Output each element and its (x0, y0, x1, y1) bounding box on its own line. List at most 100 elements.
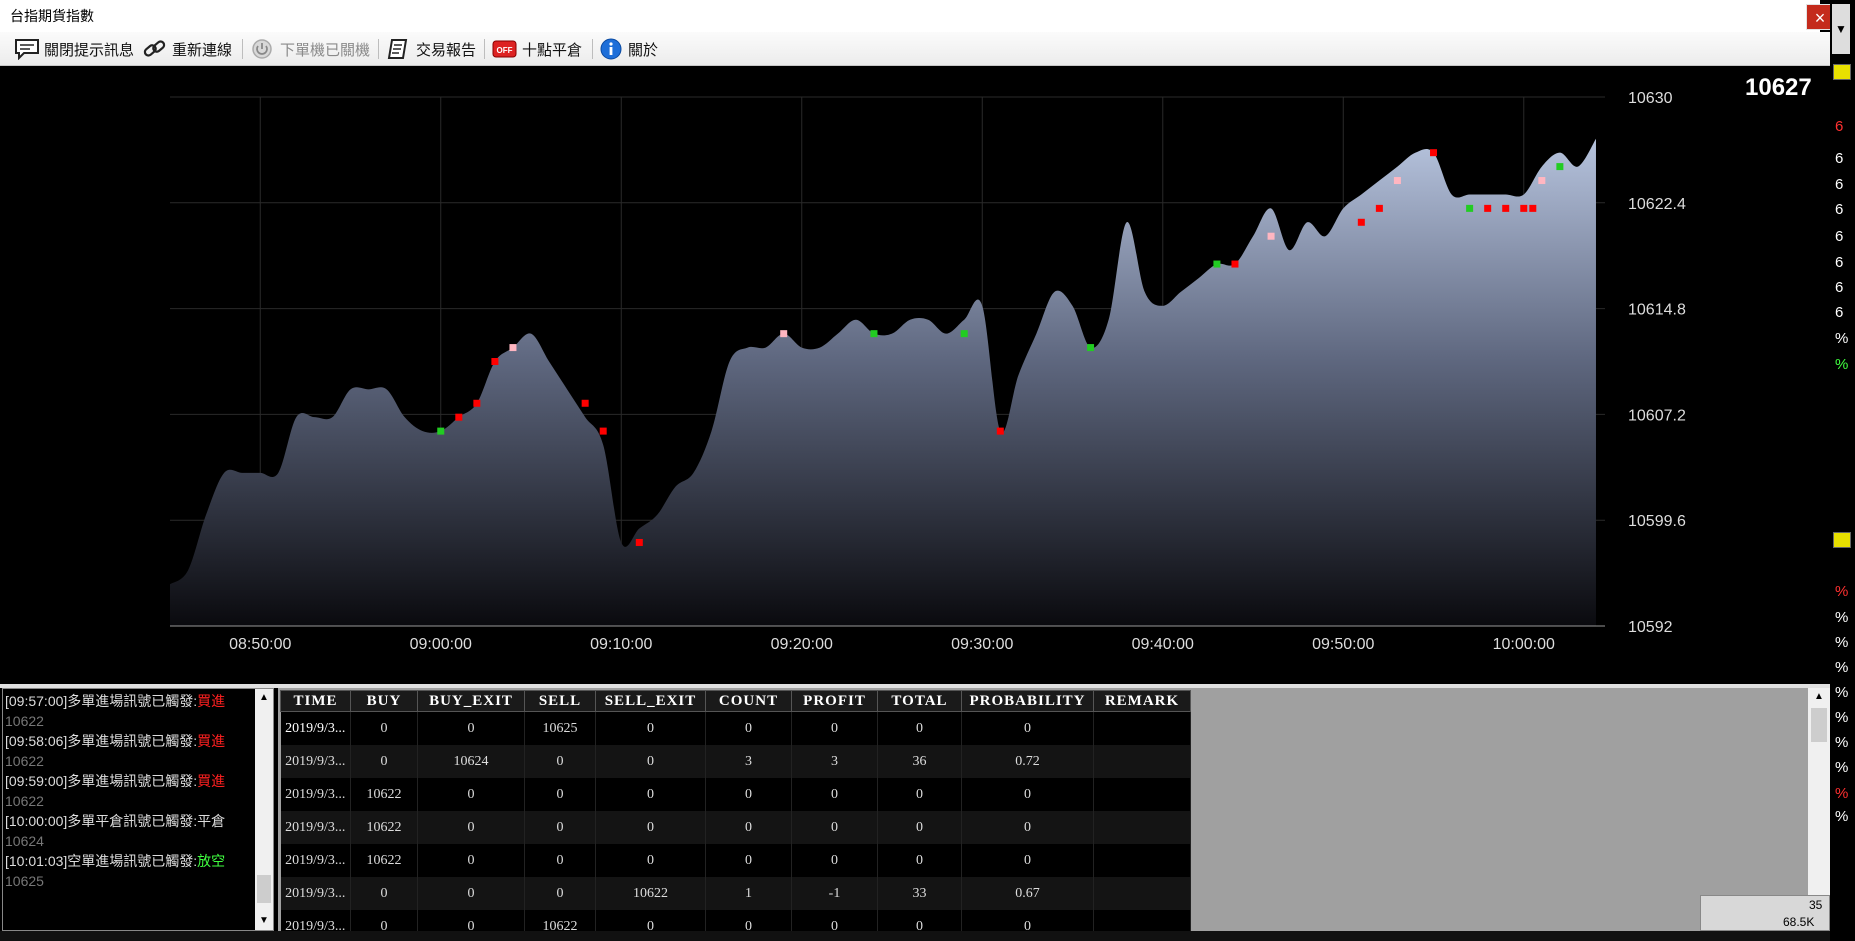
table-row[interactable]: 2019/9/3... 0 0 0 10622 1 -1 33 0.67 (280, 877, 1191, 910)
table-cell[interactable]: 0 (961, 778, 1094, 811)
table-cell[interactable]: 3 (791, 745, 878, 778)
table-cell[interactable]: 10622 (350, 778, 418, 811)
table-cell[interactable]: 0 (705, 910, 792, 931)
close-notice-button[interactable]: 關閉提示訊息 (14, 38, 134, 60)
table-cell[interactable]: 10624 (417, 745, 525, 778)
table-cell[interactable]: 0 (961, 910, 1094, 931)
table-cell[interactable]: 0 (877, 910, 962, 931)
table-cell[interactable]: 0 (417, 844, 525, 877)
table-cell[interactable]: 0 (705, 844, 792, 877)
table-cell[interactable]: 0 (350, 745, 418, 778)
column-header[interactable]: TOTAL (877, 690, 962, 712)
table-cell[interactable]: 0 (595, 745, 706, 778)
table-cell[interactable] (1093, 910, 1191, 931)
column-header[interactable]: BUY_EXIT (417, 690, 525, 712)
table-cell[interactable]: -1 (791, 877, 878, 910)
table-cell[interactable] (1093, 778, 1191, 811)
column-header[interactable]: REMARK (1093, 690, 1191, 712)
indicator-icon[interactable] (1833, 532, 1851, 548)
table-cell[interactable]: 0 (961, 844, 1094, 877)
table-cell[interactable]: 0 (877, 811, 962, 844)
table-cell[interactable]: 0 (877, 778, 962, 811)
table-cell[interactable]: 0 (350, 711, 418, 745)
table-cell[interactable]: 3 (705, 745, 792, 778)
table-cell[interactable]: 0 (791, 910, 878, 931)
table-cell[interactable]: 36 (877, 745, 962, 778)
table-cell[interactable]: 0.72 (961, 745, 1094, 778)
table-cell[interactable] (1093, 711, 1191, 745)
table-row[interactable]: 2019/9/3... 10622 0 0 0 0 0 0 0 (280, 778, 1191, 811)
network-widget[interactable]: 35 68.5K (1700, 895, 1830, 931)
table-cell[interactable]: 2019/9/3... (280, 711, 351, 745)
table-cell[interactable]: 10622 (595, 877, 706, 910)
table-cell[interactable]: 0.67 (961, 877, 1094, 910)
table-cell[interactable]: 0 (524, 778, 596, 811)
table-cell[interactable] (1093, 745, 1191, 778)
table-row[interactable]: 2019/9/3... 0 10624 0 0 3 3 36 0.72 (280, 745, 1191, 778)
table-cell[interactable]: 10622 (350, 811, 418, 844)
about-button[interactable]: 關於 (600, 38, 658, 60)
table-cell[interactable]: 0 (417, 877, 525, 910)
reconnect-button[interactable]: 重新連線 (142, 38, 232, 60)
table-cell[interactable]: 0 (877, 844, 962, 877)
scroll-thumb[interactable] (1811, 708, 1827, 742)
table-row[interactable]: 2019/9/3... 10622 0 0 0 0 0 0 0 (280, 844, 1191, 877)
table-cell[interactable]: 0 (350, 877, 418, 910)
table-cell[interactable]: 0 (417, 778, 525, 811)
table-cell[interactable]: 1 (705, 877, 792, 910)
table-cell[interactable]: 0 (791, 811, 878, 844)
column-header[interactable]: PROFIT (791, 690, 878, 712)
table-cell[interactable]: 0 (417, 811, 525, 844)
table-cell[interactable]: 0 (524, 844, 596, 877)
close-position-button[interactable]: OFF 十點平倉 (492, 38, 582, 60)
table-row[interactable]: 2019/9/3... 10622 0 0 0 0 0 0 0 (280, 811, 1191, 844)
trade-report-button[interactable]: 交易報告 (386, 38, 476, 60)
table-cell[interactable]: 0 (705, 778, 792, 811)
scroll-up-arrow[interactable]: ▲ (255, 689, 273, 707)
table-cell[interactable]: 2019/9/3... (280, 745, 351, 778)
table-row[interactable]: 2019/9/3... 0 0 10622 0 0 0 0 0 (280, 910, 1191, 931)
column-header[interactable]: PROBABILITY (961, 690, 1094, 712)
table-cell[interactable] (1093, 844, 1191, 877)
column-header[interactable]: COUNT (705, 690, 792, 712)
table-cell[interactable]: 0 (595, 778, 706, 811)
table-cell[interactable]: 0 (595, 910, 706, 931)
table-cell[interactable]: 10622 (350, 844, 418, 877)
table-cell[interactable]: 2019/9/3... (280, 778, 351, 811)
column-header[interactable]: TIME (280, 690, 351, 712)
table-cell[interactable]: 2019/9/3... (280, 844, 351, 877)
table-cell[interactable]: 0 (791, 778, 878, 811)
table-cell[interactable] (1093, 877, 1191, 910)
message-scrollbar[interactable]: ▲ ▼ (255, 689, 273, 930)
scroll-down-arrow[interactable]: ▼ (255, 912, 273, 930)
scroll-up-arrow[interactable]: ▲ (1808, 688, 1830, 706)
table-cell[interactable]: 0 (791, 844, 878, 877)
column-header[interactable]: SELL (524, 690, 596, 712)
indicator-icon[interactable] (1833, 64, 1851, 80)
table-cell[interactable]: 0 (350, 910, 418, 931)
table-cell[interactable]: 0 (705, 711, 792, 745)
table-cell[interactable]: 33 (877, 877, 962, 910)
table-cell[interactable]: 10622 (524, 910, 596, 931)
table-cell[interactable]: 0 (595, 711, 706, 745)
column-header[interactable]: SELL_EXIT (595, 690, 706, 712)
table-cell[interactable]: 0 (791, 711, 878, 745)
table-cell[interactable]: 0 (705, 811, 792, 844)
scroll-thumb[interactable] (257, 875, 271, 903)
order-machine-button[interactable]: 下單機已關機 (250, 38, 370, 60)
table-cell[interactable]: 2019/9/3... (280, 877, 351, 910)
table-cell[interactable]: 0 (524, 877, 596, 910)
table-cell[interactable]: 0 (595, 844, 706, 877)
table-cell[interactable]: 0 (961, 711, 1094, 745)
table-row[interactable]: 2019/9/3... 0 0 10625 0 0 0 0 0 (280, 711, 1191, 745)
table-cell[interactable]: 2019/9/3... (280, 811, 351, 844)
table-cell[interactable]: 0 (595, 811, 706, 844)
table-cell[interactable]: 0 (524, 811, 596, 844)
table-cell[interactable]: 0 (877, 711, 962, 745)
table-cell[interactable]: 0 (961, 811, 1094, 844)
column-header[interactable]: BUY (350, 690, 418, 712)
table-cell[interactable]: 10625 (524, 711, 596, 745)
table-cell[interactable]: 0 (417, 910, 525, 931)
table-cell[interactable]: 0 (417, 711, 525, 745)
table-cell[interactable]: 2019/9/3... (280, 910, 351, 931)
